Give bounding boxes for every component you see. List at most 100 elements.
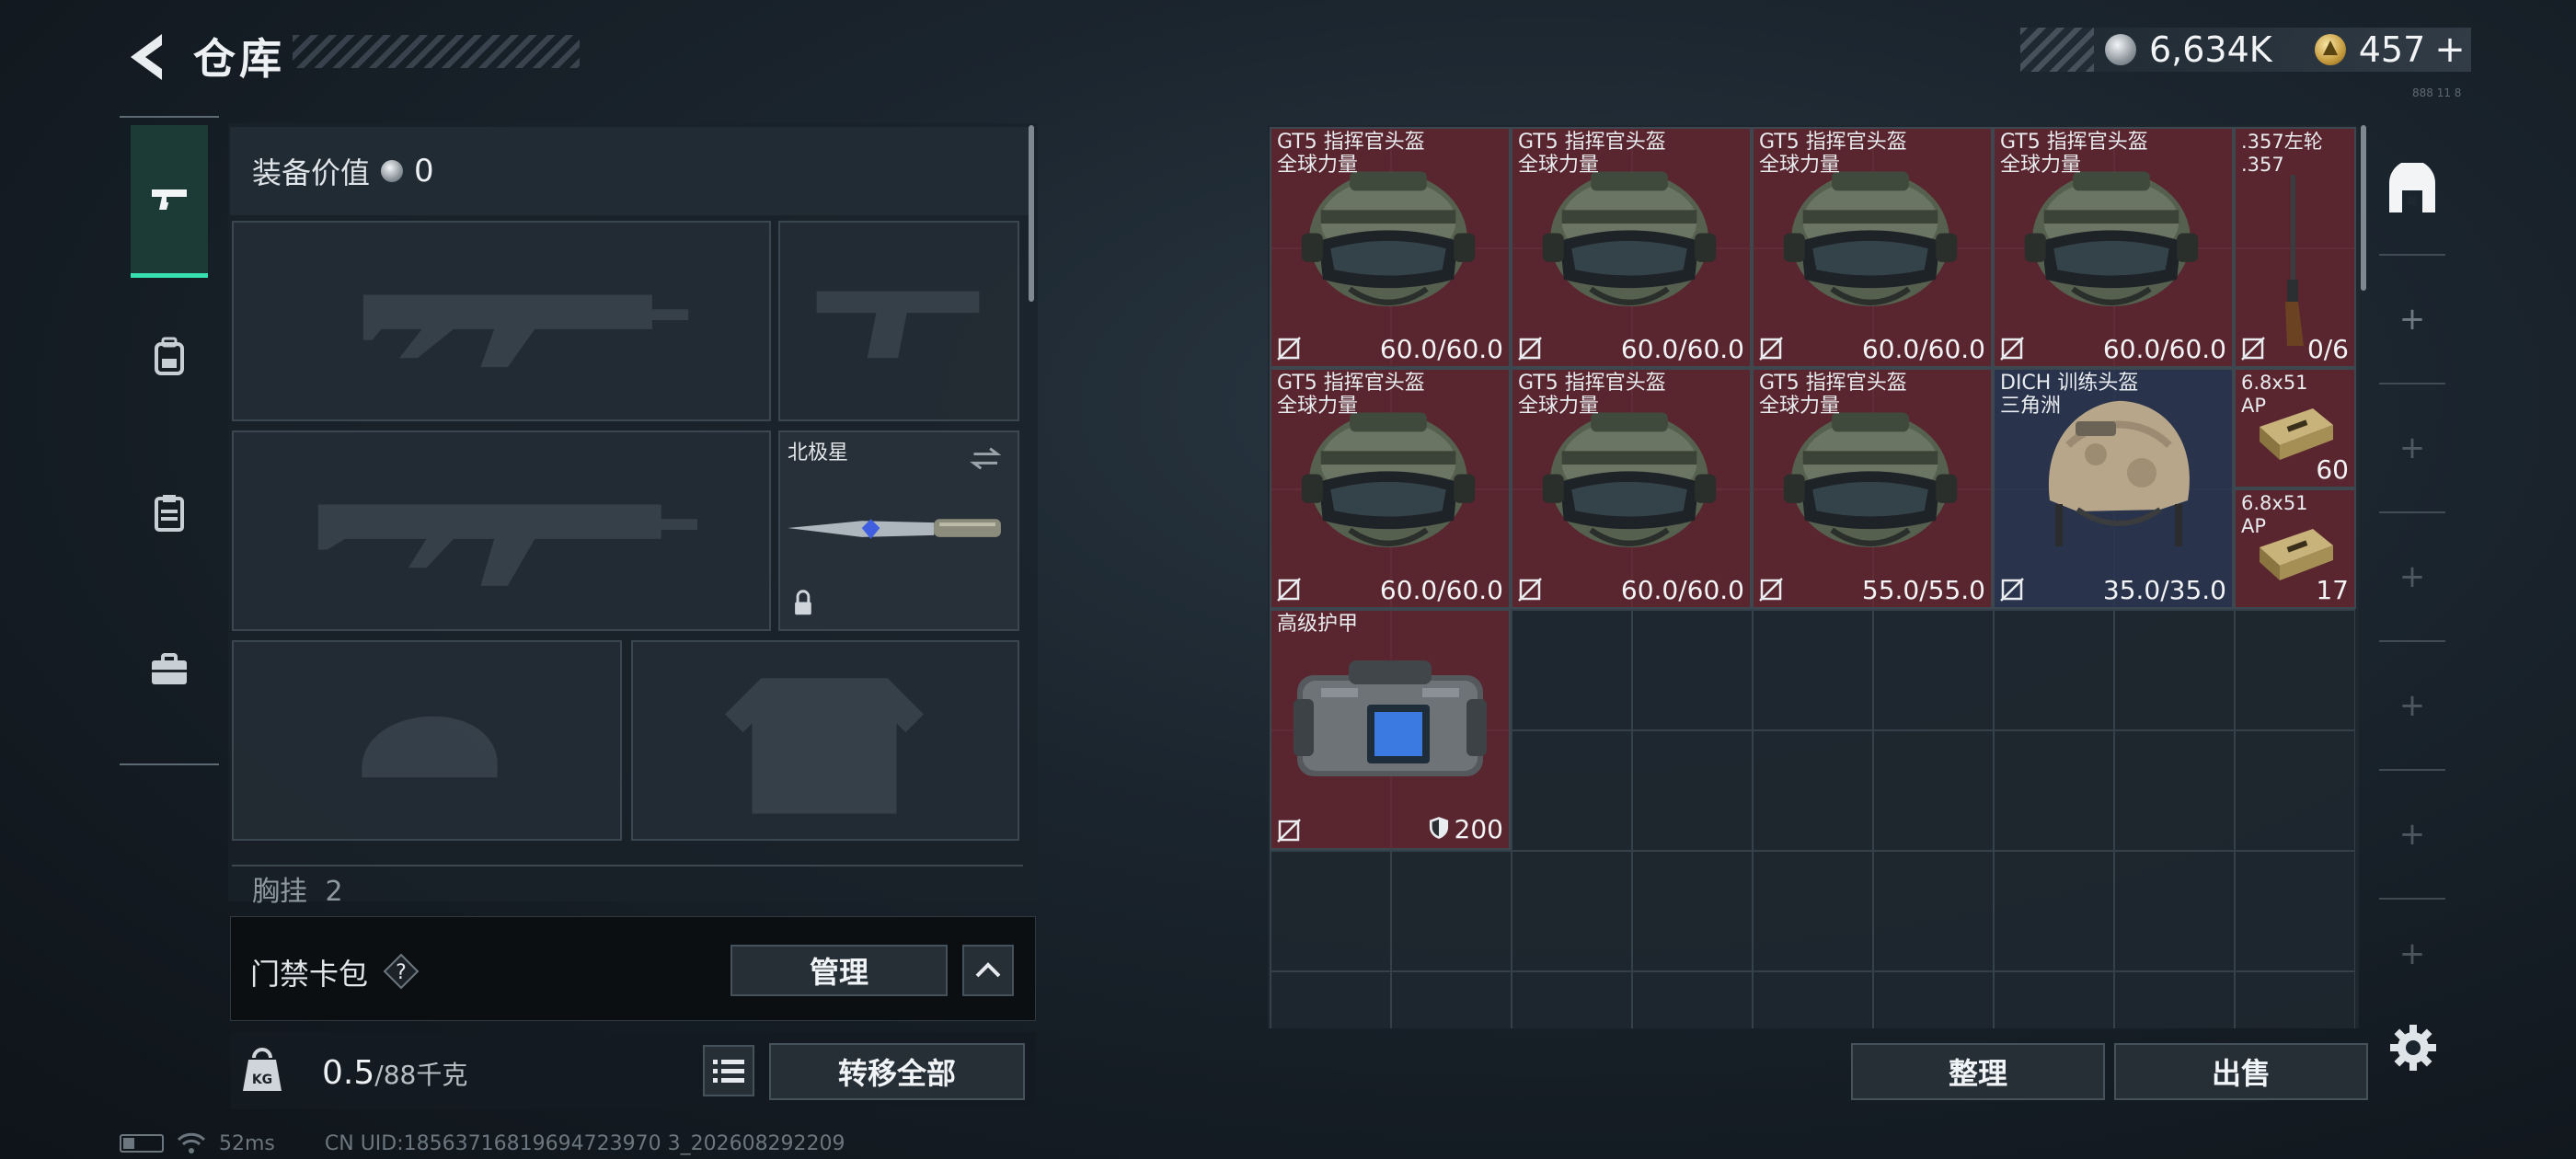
- item-name-line1: .357左轮: [2241, 131, 2323, 153]
- helmet-slot[interactable]: [232, 640, 622, 841]
- weight-max: /88千克: [374, 1060, 468, 1090]
- pistol-icon: [152, 189, 187, 210]
- chest-rig-label: 胸挂 2: [252, 876, 343, 908]
- equipment-value-label: 装备价值: [252, 155, 371, 190]
- expand-button[interactable]: [962, 945, 1014, 996]
- plus-icon: +: [2398, 687, 2426, 724]
- stash-item[interactable]: GT5 指挥官头盔 全球力量 60.0/60.0: [1511, 127, 1752, 368]
- equipment-value: 0: [414, 153, 434, 189]
- item-name-line2: 全球力量: [1277, 154, 1359, 177]
- rifle-silhouette-icon: [317, 504, 698, 586]
- help-icon[interactable]: ?: [383, 953, 420, 990]
- settings-gear-icon[interactable]: [2388, 1023, 2438, 1073]
- item-value-text: 17: [2316, 575, 2349, 605]
- gold-currency-value: 457: [2358, 29, 2426, 70]
- nav-backpack[interactable]: [131, 280, 208, 432]
- stash-page-add-1[interactable]: +: [2379, 254, 2445, 383]
- ping-text: 52ms: [219, 1131, 275, 1155]
- svg-text:?: ?: [396, 961, 407, 984]
- stash-item[interactable]: GT5 指挥官头盔 全球力量 55.0/55.0: [1752, 368, 1993, 609]
- helmet-icon: [1292, 403, 1485, 570]
- stash-item[interactable]: 高级护甲 200: [1270, 609, 1511, 850]
- item-name: GT5 指挥官头盔 全球力量: [1518, 131, 1666, 177]
- primary-weapon-slot[interactable]: [232, 221, 771, 421]
- item-value: 0/6: [2307, 334, 2349, 364]
- armor-slot[interactable]: [631, 640, 1019, 841]
- item-name-line1: GT5 指挥官头盔: [2000, 131, 2148, 154]
- briefcase-icon: [152, 653, 187, 684]
- silver-coin-icon: [2105, 34, 2136, 65]
- stash-item[interactable]: DICH 训练头盔 三角洲 35.0/35.0: [1993, 368, 2234, 609]
- stash-item[interactable]: 6.8x51 AP 60: [2234, 368, 2356, 488]
- plus-icon: +: [2398, 430, 2426, 466]
- item-name-line2: 全球力量: [1518, 395, 1600, 418]
- item-value-text: 0/6: [2306, 334, 2349, 364]
- item-value-text: 60.0/60.0: [2102, 334, 2226, 364]
- secondary-weapon-slot[interactable]: [232, 430, 771, 631]
- svg-text:KG: KG: [252, 1073, 272, 1087]
- knife-icon: [788, 447, 1002, 615]
- item-name: GT5 指挥官头盔 全球力量: [2000, 131, 2148, 177]
- helmet-icon: [2015, 162, 2208, 329]
- item-value-text: 60.0/60.0: [1861, 334, 1985, 364]
- item-value: 60.0/60.0: [1621, 334, 1744, 364]
- add-currency-button[interactable]: +: [2434, 29, 2466, 71]
- left-nav: [120, 116, 219, 765]
- armor-icon: [1284, 648, 1496, 798]
- no-insurance-icon: [1277, 819, 1301, 843]
- stash-page-add-2[interactable]: +: [2379, 383, 2445, 511]
- no-insurance-icon: [2241, 337, 2265, 361]
- nav-weapons[interactable]: [131, 125, 208, 278]
- uid-text: CN UID:18563716819694723970 3_2026082922…: [324, 1131, 845, 1155]
- item-name-line2: 全球力量: [1518, 154, 1600, 177]
- item-value-text: 60.0/60.0: [1620, 575, 1744, 605]
- stash-item[interactable]: GT5 指挥官头盔 全球力量 60.0/60.0: [1993, 127, 2234, 368]
- stash-item[interactable]: GT5 指挥官头盔 全球力量 60.0/60.0: [1270, 127, 1511, 368]
- item-name-line1: GT5 指挥官头盔: [1759, 131, 1907, 154]
- nav-case[interactable]: [131, 592, 208, 745]
- manage-button[interactable]: 管理: [730, 945, 948, 996]
- plus-icon: +: [2398, 935, 2426, 972]
- chest-rig-divider: [232, 865, 1023, 901]
- stash-page-add-3[interactable]: +: [2379, 511, 2445, 640]
- currency-bar: 6,634K 457 +: [2020, 28, 2471, 72]
- stash-item[interactable]: GT5 指挥官头盔 全球力量 60.0/60.0: [1270, 368, 1511, 609]
- item-name-line1: GT5 指挥官头盔: [1518, 131, 1666, 154]
- item-value: 60.0/60.0: [1380, 334, 1503, 364]
- item-value: 35.0/35.0: [2103, 575, 2226, 605]
- item-name-line1: 6.8x51: [2241, 492, 2308, 514]
- stash-item[interactable]: .357左轮 .357 0/6: [2234, 127, 2356, 368]
- rifle-silhouette-icon: [362, 294, 689, 368]
- backpack-icon: [155, 337, 184, 375]
- item-value: 200: [1429, 814, 1503, 846]
- item-name: .357左轮 .357: [2241, 131, 2323, 177]
- shield-icon: [1429, 816, 1449, 846]
- item-name-line2: 全球力量: [2000, 154, 2082, 177]
- sidearm-slot[interactable]: [778, 221, 1019, 421]
- item-value: 60.0/60.0: [2103, 334, 2226, 364]
- sell-button[interactable]: 出售: [2114, 1043, 2368, 1100]
- stash-page-add-4[interactable]: +: [2379, 640, 2445, 769]
- stash-item[interactable]: GT5 指挥官头盔 全球力量 60.0/60.0: [1511, 368, 1752, 609]
- nav-container[interactable]: [131, 436, 208, 589]
- plus-icon: +: [2398, 301, 2426, 338]
- list-view-button[interactable]: [703, 1045, 754, 1096]
- back-button[interactable]: [118, 28, 177, 86]
- item-value: 55.0/55.0: [1862, 575, 1985, 605]
- melee-slot[interactable]: 北极星: [778, 430, 1019, 631]
- stash-scrollbar[interactable]: [2361, 125, 2366, 291]
- clipboard-icon: [155, 495, 184, 532]
- stash-page-tabs: + + + + + +: [2379, 125, 2445, 1008]
- item-value-text: 60.0/60.0: [1379, 575, 1503, 605]
- stash-item[interactable]: 6.8x51 AP 17: [2234, 488, 2356, 609]
- helmet-icon: [1292, 162, 1485, 329]
- item-name: GT5 指挥官头盔 全球力量: [1518, 372, 1666, 418]
- equipment-scrollbar[interactable]: [1029, 125, 1034, 302]
- sort-button[interactable]: 整理: [1851, 1043, 2105, 1100]
- silver-currency-value: 6,634K: [2149, 29, 2272, 70]
- stash-page-add-5[interactable]: +: [2379, 769, 2445, 898]
- stash-item[interactable]: GT5 指挥官头盔 全球力量 60.0/60.0: [1752, 127, 1993, 368]
- transfer-all-button[interactable]: 转移全部: [769, 1043, 1025, 1100]
- stash-page-add-6[interactable]: +: [2379, 898, 2445, 1008]
- stash-page-main[interactable]: [2379, 125, 2445, 254]
